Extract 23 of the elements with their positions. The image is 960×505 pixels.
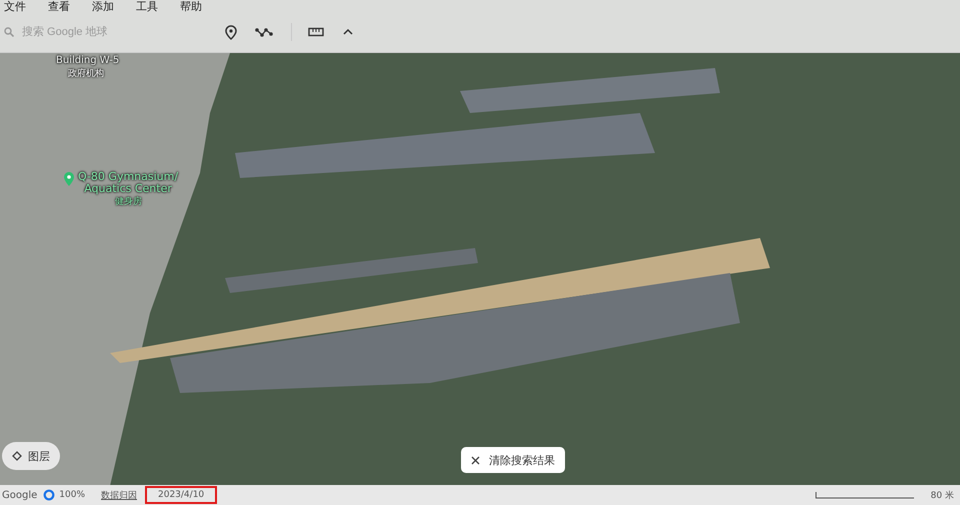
collapse-caret-icon[interactable] [342, 28, 354, 36]
menu-item[interactable]: 查看 [46, 0, 90, 16]
loading-ring-icon [43, 489, 56, 501]
search-field[interactable]: 搜索 Google 地球 [22, 26, 202, 38]
clear-search-button[interactable]: 清除搜索结果 [461, 447, 565, 473]
ruler-icon[interactable] [308, 27, 324, 37]
menu-item[interactable]: 添加 [90, 0, 134, 16]
menu-item[interactable]: 工具 [134, 0, 178, 16]
location-pin-icon[interactable] [225, 24, 237, 40]
path-icon[interactable] [255, 26, 273, 38]
google-logo: Google [2, 490, 38, 500]
loading-percent: 100% [59, 490, 85, 500]
map-pin-icon [63, 171, 75, 187]
scale-label: 80 米 [930, 490, 954, 502]
data-attribution-link[interactable]: 数据归因 [101, 488, 137, 502]
imagery-date: 2023/4/10 [145, 486, 218, 504]
scale-bar-icon [814, 491, 915, 499]
layers-icon [12, 451, 22, 461]
close-icon [471, 456, 480, 464]
layers-button[interactable]: 图层 [2, 442, 60, 470]
menu-item[interactable]: 帮助 [178, 0, 222, 16]
menu-item[interactable]: 文件 [2, 0, 46, 16]
search-icon [4, 27, 14, 37]
